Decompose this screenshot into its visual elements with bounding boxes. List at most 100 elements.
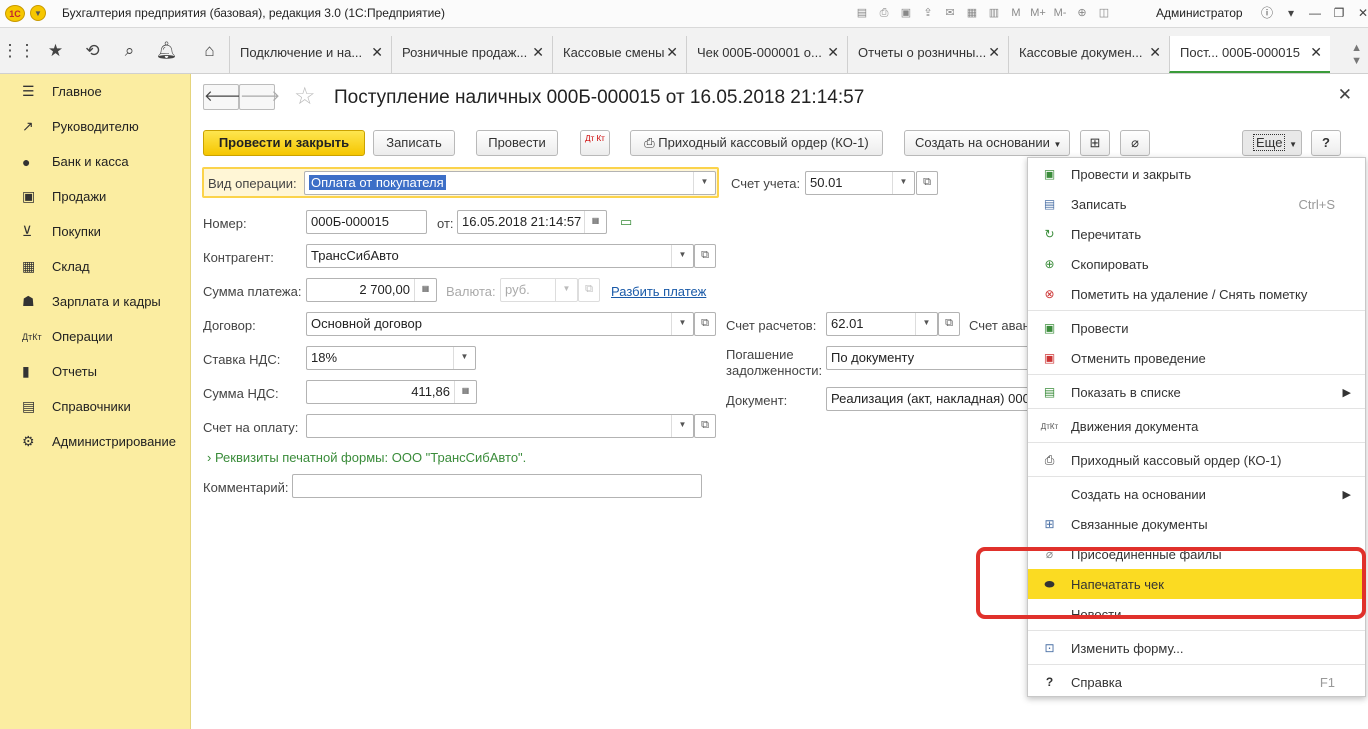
notifications-bell-icon[interactable]: 🔔︎ bbox=[148, 28, 185, 74]
close-form-icon[interactable]: ✕ bbox=[1338, 85, 1352, 105]
sidebar-item-reports[interactable]: ▮ Отчеты bbox=[0, 354, 190, 389]
menu-item-post-close[interactable]: ▣ Провести и закрыть bbox=[1028, 159, 1365, 189]
user-name[interactable]: Администратор bbox=[1156, 6, 1243, 20]
menu-item-help[interactable]: ? Справка F1 bbox=[1028, 667, 1365, 697]
menu-item-related-docs[interactable]: ⊞ Связанные документы bbox=[1028, 509, 1365, 539]
minimize-icon[interactable]: — bbox=[1306, 3, 1324, 23]
repay-select[interactable]: По документу bbox=[826, 346, 1031, 370]
sidebar-item-purchases[interactable]: ⊻ Покупки bbox=[0, 214, 190, 249]
help-button[interactable]: ? bbox=[1311, 130, 1341, 156]
chevron-down-icon[interactable]: ▼ bbox=[453, 347, 475, 369]
sidebar-item-bank[interactable]: ● Банк и касса bbox=[0, 144, 190, 179]
menu-item-mark-delete[interactable]: ⊗ Пометить на удаление / Снять пометку bbox=[1028, 279, 1365, 309]
close-tab-icon[interactable]: ✕ bbox=[371, 44, 383, 61]
counterparty-select[interactable]: ТрансСибАвто ▼ bbox=[306, 244, 694, 268]
menu-item-print-order[interactable]: ⎙ Приходный кассовый ордер (КО-1) bbox=[1028, 445, 1365, 475]
chevron-down-icon[interactable]: ▼ bbox=[555, 279, 577, 301]
close-tab-icon[interactable]: ✕ bbox=[666, 44, 678, 61]
print-icon[interactable]: ⎙ bbox=[875, 4, 893, 22]
panel-icon[interactable]: ◫ bbox=[1095, 4, 1113, 22]
mail-icon[interactable]: ✉ bbox=[941, 4, 959, 22]
up-icon[interactable]: ⇪ bbox=[919, 4, 937, 22]
sidebar-item-admin[interactable]: ⚙ Администрирование bbox=[0, 424, 190, 459]
sidebar-item-sales[interactable]: ▣ Продажи bbox=[0, 179, 190, 214]
calculator-icon[interactable]: ▦ bbox=[414, 279, 436, 301]
post-and-close-button[interactable]: Провести и закрыть bbox=[203, 130, 365, 156]
document-select[interactable]: Реализация (акт, накладная) 000 bbox=[826, 387, 1031, 411]
favorites-star-icon[interactable]: ★ bbox=[37, 28, 74, 74]
history-icon[interactable]: ⟲ bbox=[74, 28, 111, 74]
dtkt-button[interactable]: Дт Кт bbox=[580, 130, 610, 156]
back-button[interactable]: 🡐︎ bbox=[203, 84, 244, 110]
menu-item-unpost[interactable]: ▣ Отменить проведение bbox=[1028, 343, 1365, 373]
post-button[interactable]: Провести bbox=[476, 130, 558, 156]
restore-icon[interactable]: ❐ bbox=[1330, 3, 1348, 23]
chevron-down-icon[interactable]: ▼ bbox=[915, 313, 937, 335]
close-tab-icon[interactable]: ✕ bbox=[827, 44, 839, 61]
home-icon[interactable]: ⌂ bbox=[193, 28, 226, 74]
close-icon[interactable]: ✕ bbox=[1354, 3, 1368, 23]
tab-cash-receipt-active[interactable]: Пост... 000Б-000015 ✕ bbox=[1169, 36, 1330, 73]
print-order-button[interactable]: ⎙ Приходный кассовый ордер (КО-1) bbox=[630, 130, 883, 156]
save-icon[interactable]: ▤ bbox=[853, 4, 871, 22]
menu-item-post[interactable]: ▣ Провести bbox=[1028, 313, 1365, 343]
number-field[interactable]: 000Б-000015 bbox=[306, 210, 427, 234]
window-menu-icon[interactable]: ▾ bbox=[1282, 3, 1300, 23]
open-account-icon[interactable]: ⧉ bbox=[916, 171, 938, 195]
attach-files-button[interactable]: ⌀ bbox=[1120, 130, 1150, 156]
memory-mminus-icon[interactable]: M- bbox=[1051, 4, 1069, 22]
preview-icon[interactable]: ▣ bbox=[897, 4, 915, 22]
info-icon[interactable]: ⓘ bbox=[1258, 3, 1276, 23]
menu-item-save[interactable]: ▤ Записать Ctrl+S bbox=[1028, 189, 1365, 219]
menu-item-create-based[interactable]: Создать на основании ▶ bbox=[1028, 479, 1365, 509]
app-logo[interactable]: 1С bbox=[5, 5, 25, 22]
close-tab-icon[interactable]: ✕ bbox=[988, 44, 1000, 61]
menu-item-copy[interactable]: ⊕ Скопировать bbox=[1028, 249, 1365, 279]
tab-cash-shifts[interactable]: Кассовые смены ✕ bbox=[552, 36, 686, 73]
calculator-icon[interactable]: ▦ bbox=[963, 4, 981, 22]
vat-amount-field[interactable]: 411,86 ▦ bbox=[306, 380, 477, 404]
close-tab-icon[interactable]: ✕ bbox=[532, 44, 544, 61]
menu-item-reread[interactable]: ↻ Перечитать bbox=[1028, 219, 1365, 249]
more-button[interactable]: Еще ▼ bbox=[1242, 130, 1302, 156]
open-invoice-icon[interactable]: ⧉ bbox=[694, 414, 716, 438]
tab-receipt[interactable]: Чек 000Б-000001 о... ✕ bbox=[686, 36, 847, 73]
tab-retail-sales[interactable]: Розничные продаж... ✕ bbox=[391, 36, 552, 73]
search-icon[interactable]: ⌕ bbox=[111, 28, 148, 74]
account-select[interactable]: 50.01 ▼ bbox=[805, 171, 915, 195]
close-tab-icon[interactable]: ✕ bbox=[1149, 44, 1161, 61]
sidebar-item-salary[interactable]: ☗ Зарплата и кадры bbox=[0, 284, 190, 319]
menu-item-movements[interactable]: ДтКт Движения документа bbox=[1028, 411, 1365, 441]
comment-field[interactable] bbox=[292, 474, 702, 498]
open-currency-icon[interactable]: ⧉ bbox=[578, 278, 600, 302]
chevron-down-icon[interactable]: ▼ bbox=[693, 172, 715, 194]
sidebar-item-main[interactable]: ☰ Главное bbox=[0, 74, 190, 109]
apps-grid-icon[interactable]: ⋮⋮ bbox=[0, 28, 37, 74]
open-contract-icon[interactable]: ⧉ bbox=[694, 312, 716, 336]
calculator-icon[interactable]: ▦ bbox=[454, 381, 476, 403]
sidebar-item-operations[interactable]: ДтКт Операции bbox=[0, 319, 190, 354]
open-settle-account-icon[interactable]: ⧉ bbox=[938, 312, 960, 336]
split-payment-link[interactable]: Разбить платеж bbox=[611, 284, 706, 299]
memory-mplus-icon[interactable]: M+ bbox=[1029, 4, 1047, 22]
memory-m-icon[interactable]: M bbox=[1007, 4, 1025, 22]
calendar-icon[interactable]: ▦ bbox=[584, 211, 606, 233]
chevron-down-icon[interactable]: ▼ bbox=[671, 245, 693, 267]
open-counterparty-icon[interactable]: ⧉ bbox=[694, 244, 716, 268]
save-button[interactable]: Записать bbox=[373, 130, 455, 156]
vat-rate-select[interactable]: 18% ▼ bbox=[306, 346, 476, 370]
amount-field[interactable]: 2 700,00 ▦ bbox=[306, 278, 437, 302]
settle-account-select[interactable]: 62.01 ▼ bbox=[826, 312, 938, 336]
invoice-select[interactable]: ▼ bbox=[306, 414, 694, 438]
operation-select[interactable]: Оплата от покупателя ▼ bbox=[304, 171, 716, 195]
menu-item-show-in-list[interactable]: ▤ Показать в списке ▶ bbox=[1028, 377, 1365, 407]
menu-item-change-form[interactable]: ⊡ Изменить форму... bbox=[1028, 633, 1365, 663]
chevron-down-icon[interactable]: ▼ bbox=[671, 313, 693, 335]
sidebar-item-directories[interactable]: ▤ Справочники bbox=[0, 389, 190, 424]
close-tab-icon[interactable]: ✕ bbox=[1310, 44, 1322, 61]
tab-cash-documents[interactable]: Кассовые докумен... ✕ bbox=[1008, 36, 1169, 73]
tab-connection[interactable]: Подключение и на... ✕ bbox=[229, 36, 391, 73]
zoom-icon[interactable]: ⊕ bbox=[1073, 4, 1091, 22]
chevron-down-icon[interactable]: ▼ bbox=[671, 415, 693, 437]
create-based-button[interactable]: Создать на основании ▼ bbox=[904, 130, 1070, 156]
